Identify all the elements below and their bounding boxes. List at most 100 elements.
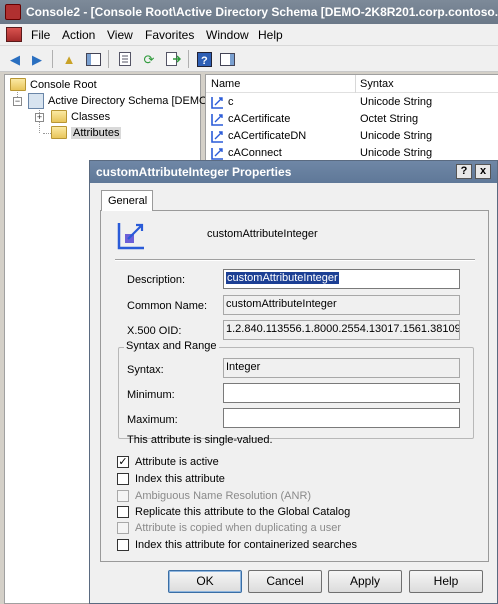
syntax-label: Syntax: — [127, 364, 164, 376]
help-icon[interactable]: ? — [195, 50, 213, 68]
expand-toggle[interactable]: + — [35, 113, 44, 122]
folder-icon — [51, 110, 67, 123]
toolbar-separator — [108, 50, 109, 68]
checkbox[interactable] — [117, 506, 129, 518]
checkbox[interactable] — [117, 473, 129, 485]
object-name: customAttributeInteger — [207, 228, 318, 240]
tree-line — [43, 133, 51, 134]
minimum-input[interactable] — [223, 383, 460, 403]
refresh-icon[interactable]: ⟳ — [140, 50, 158, 68]
toolbar: ◀ ▶ ▲ ⟳ ? — [0, 46, 498, 72]
attribute-large-icon — [117, 223, 144, 250]
single-valued-note: This attribute is single-valued. — [127, 434, 273, 446]
checkbox — [117, 490, 129, 502]
window-titlebar[interactable]: Console2 - [Console Root\Active Director… — [0, 0, 498, 24]
tree-item-label: Active Directory Schema [DEMO — [48, 95, 208, 107]
list-item-syntax: Octet String — [360, 113, 419, 125]
description-label: Description: — [127, 274, 186, 286]
dialog-close-button[interactable]: x — [475, 164, 491, 179]
cancel-button[interactable]: Cancel — [248, 570, 322, 593]
checkbox-label: Attribute is copied when duplicating a u… — [135, 522, 342, 534]
column-header-syntax[interactable]: Syntax — [360, 78, 394, 90]
list-item-syntax: Unicode String — [360, 96, 433, 108]
general-tab-panel: customAttributeInteger Description: cust… — [100, 210, 489, 562]
checkbox-label: Replicate this attribute to the Global C… — [135, 506, 351, 518]
list-item-name: cAConnect — [228, 147, 282, 159]
tree-item-classes[interactable]: Classes — [51, 109, 191, 125]
description-input[interactable]: customAttributeInteger — [223, 269, 460, 289]
menu-favorites[interactable]: Favorites — [145, 28, 194, 42]
tab-label: General — [108, 195, 148, 207]
export-list-icon[interactable] — [164, 50, 182, 68]
tree-item-label: Console Root — [30, 79, 97, 91]
common-name-field[interactable]: customAttributeInteger — [223, 295, 460, 315]
checkbox-label: Index this attribute — [135, 473, 225, 485]
maximum-input[interactable] — [223, 408, 460, 428]
console-system-menu-icon[interactable] — [6, 27, 22, 42]
menu-view[interactable]: View — [107, 28, 133, 42]
common-name-label: Common Name: — [127, 300, 208, 312]
forward-arrow-icon[interactable]: ▶ — [28, 50, 46, 68]
column-divider[interactable] — [355, 75, 356, 93]
collapse-toggle[interactable]: − — [13, 97, 22, 106]
properties-icon[interactable] — [116, 50, 134, 68]
menu-file[interactable]: File — [31, 28, 50, 42]
list-item-name: c — [228, 96, 234, 108]
dialog-title: customAttributeInteger Properties — [96, 165, 292, 179]
svg-text:?: ? — [201, 55, 208, 67]
menu-action[interactable]: Action — [62, 28, 95, 42]
toolbar-separator — [188, 50, 189, 68]
back-arrow-icon[interactable]: ◀ — [6, 50, 24, 68]
menu-bar: File Action View Favorites Window Help — [0, 24, 498, 46]
list-item[interactable]: cACertificate Octet String — [206, 111, 498, 128]
list-item-name: cACertificateDN — [228, 130, 307, 142]
description-value: customAttributeInteger — [226, 272, 339, 284]
minimum-label: Minimum: — [127, 389, 175, 401]
maximum-label: Maximum: — [127, 414, 178, 426]
tree-item-label: Attributes — [71, 127, 122, 139]
schema-icon — [28, 93, 44, 109]
menu-window[interactable]: Window — [206, 28, 249, 42]
apply-button[interactable]: Apply — [328, 570, 402, 593]
mmc-app-icon — [5, 4, 21, 20]
checkbox-label: Ambiguous Name Resolution (ANR) — [135, 490, 312, 502]
show-hide-tree-icon[interactable] — [84, 50, 102, 68]
list-header: Name Syntax — [206, 75, 498, 93]
properties-dialog: customAttributeInteger Properties ? x Ge… — [89, 160, 498, 604]
checkbox — [117, 522, 129, 534]
checkbox-label: Index this attribute for containerized s… — [135, 539, 357, 551]
attribute-icon — [211, 131, 223, 143]
dialog-help-button[interactable]: ? — [456, 164, 472, 179]
dialog-titlebar[interactable]: customAttributeInteger Properties ? x — [90, 161, 497, 183]
column-header-name[interactable]: Name — [211, 78, 240, 90]
attribute-icon — [211, 148, 223, 160]
list-item-name: cACertificate — [228, 113, 291, 125]
ok-button[interactable]: OK — [168, 570, 242, 593]
tree-item-label: Classes — [71, 111, 111, 123]
checkbox-label: Attribute is active — [135, 456, 219, 468]
syntax-field[interactable]: Integer — [223, 358, 460, 378]
attribute-icon — [211, 97, 223, 109]
attribute-icon — [211, 114, 223, 126]
checkbox[interactable]: ✓ — [117, 456, 129, 468]
up-folder-icon[interactable]: ▲ — [60, 50, 78, 68]
list-item-syntax: Unicode String — [360, 147, 433, 159]
tree-item-active-directory-schema[interactable]: Active Directory Schema [DEMO — [28, 93, 208, 109]
separator — [115, 259, 475, 261]
menu-help[interactable]: Help — [258, 28, 283, 42]
tree-item-attributes[interactable]: Attributes — [51, 125, 191, 141]
oid-field[interactable]: 1.2.840.113556.1.8000.2554.13017.1561.38… — [223, 320, 460, 340]
help-button[interactable]: Help — [409, 570, 483, 593]
checkbox[interactable] — [117, 539, 129, 551]
folder-open-icon — [51, 126, 67, 139]
folder-icon — [10, 78, 26, 91]
window-title: Console2 - [Console Root\Active Director… — [26, 5, 498, 19]
toolbar-separator — [52, 50, 53, 68]
show-hide-action-pane-icon[interactable] — [218, 50, 236, 68]
tree-item-console-root[interactable]: Console Root — [10, 77, 200, 93]
list-item[interactable]: c Unicode String — [206, 94, 498, 111]
list-item[interactable]: cACertificateDN Unicode String — [206, 128, 498, 145]
tab-general[interactable]: General — [101, 190, 153, 211]
syntax-range-title: Syntax and Range — [124, 340, 219, 352]
list-item-syntax: Unicode String — [360, 130, 433, 142]
